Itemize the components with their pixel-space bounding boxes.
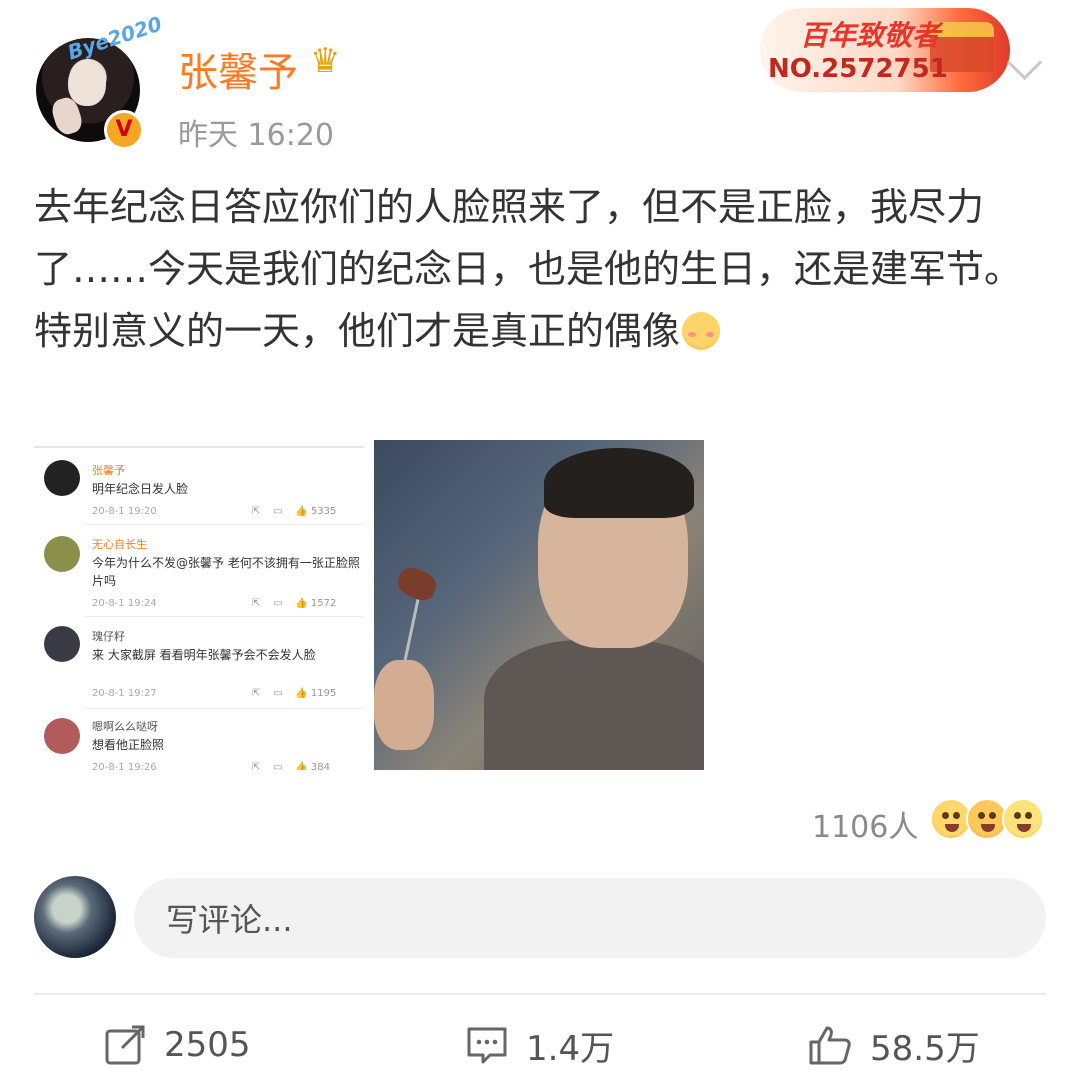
post-photo[interactable] — [374, 440, 704, 770]
post-timestamp: 昨天 16:20 — [178, 118, 334, 153]
chevron-down-icon[interactable] — [1006, 44, 1043, 81]
comment-time: 20-8-1 19:20 — [92, 506, 157, 517]
commenter-avatar — [44, 536, 80, 572]
like-button[interactable]: 58.5万 — [808, 1010, 980, 1080]
commenter-avatar — [44, 718, 80, 754]
commenter-name: 张馨予 — [92, 464, 125, 477]
comment-text: 想看他正脸照 — [92, 738, 165, 752]
comment-text: 今年为什么不发@张馨予 老何不该拥有一张正脸照片吗 — [92, 556, 360, 588]
commenter-name: 瑰仔籽 — [92, 630, 125, 643]
photo-shirt — [484, 640, 704, 770]
comment-text: 来 大家截屏 看看明年张馨予会不会发人脸 — [92, 648, 316, 662]
divider — [84, 708, 364, 709]
post-text-line: 去年纪念日答应你们的人脸照来了，但不是正脸，我尽力了……今天是我们的纪念日，也是… — [34, 185, 1023, 291]
comment-likes: 1572 — [310, 598, 337, 609]
commenter-name: 嗯啊么么哒呀 — [92, 720, 158, 733]
comment-text: 明年纪念日发人脸 — [92, 482, 189, 496]
commenter-avatar — [44, 460, 80, 496]
divider — [34, 993, 1046, 995]
comment-icon — [467, 1027, 507, 1064]
reaction-count[interactable]: 1106人 — [812, 802, 918, 846]
avatar-face — [68, 60, 106, 106]
divider — [84, 616, 364, 617]
commenter-name: 无心自长生 — [92, 538, 147, 551]
share-icon — [105, 1025, 145, 1065]
badge-title: 百年致敬者 — [800, 19, 941, 52]
photo-hair — [544, 448, 694, 518]
comment-time: 20-8-1 19:24 — [92, 598, 157, 609]
share-button[interactable]: 2505 — [104, 1010, 251, 1080]
crown-icon: ♛ — [310, 41, 341, 81]
post-body: 去年纪念日答应你们的人脸照来了，但不是正脸，我尽力了……今天是我们的纪念日，也是… — [34, 176, 1046, 362]
divider — [84, 524, 364, 525]
comments-screenshot-image[interactable]: 张馨予 明年纪念日发人脸 20-8-1 19:20 ⇱ ▭ 👍 5335 无心自… — [34, 440, 364, 770]
comment-button[interactable]: 1.4万 — [466, 1010, 614, 1080]
comment-time: 20-8-1 19:27 — [92, 688, 157, 699]
comment-likes: 1195 — [310, 688, 337, 699]
post-text-line: 特别意义的一天，他们才是真正的偶像 — [34, 309, 681, 353]
like-count: 58.5万 — [870, 1028, 980, 1069]
comment-actions: ⇱ ▭ 👍 384 — [252, 762, 330, 770]
comment-actions: ⇱ ▭ 👍 1572 — [252, 598, 337, 609]
comment-likes: 384 — [310, 762, 330, 770]
grin-emoji-icon[interactable] — [1002, 798, 1044, 840]
thumbs-up-icon — [809, 1026, 851, 1065]
comment-actions: ⇱ ▭ 👍 5335 — [252, 506, 337, 517]
comment-input[interactable]: 写评论... — [134, 878, 1046, 958]
commenter-avatar — [44, 626, 80, 662]
comment-count: 1.4万 — [526, 1028, 615, 1069]
divider — [34, 446, 364, 448]
photo-hand — [374, 660, 434, 750]
photo-food — [393, 563, 441, 605]
share-count: 2505 — [164, 1025, 251, 1065]
comment-time: 20-8-1 19:26 — [92, 762, 157, 770]
author-name[interactable]: 张馨予 — [178, 40, 298, 98]
badge-number: NO.2572751 — [768, 54, 948, 84]
comment-likes: 5335 — [310, 506, 337, 517]
photo-fork — [401, 590, 422, 670]
verified-badge-icon: V — [104, 110, 144, 150]
comment-actions: ⇱ ▭ 👍 1195 — [252, 688, 337, 699]
blush-emoji-icon — [682, 312, 721, 350]
current-user-avatar[interactable] — [34, 876, 116, 958]
